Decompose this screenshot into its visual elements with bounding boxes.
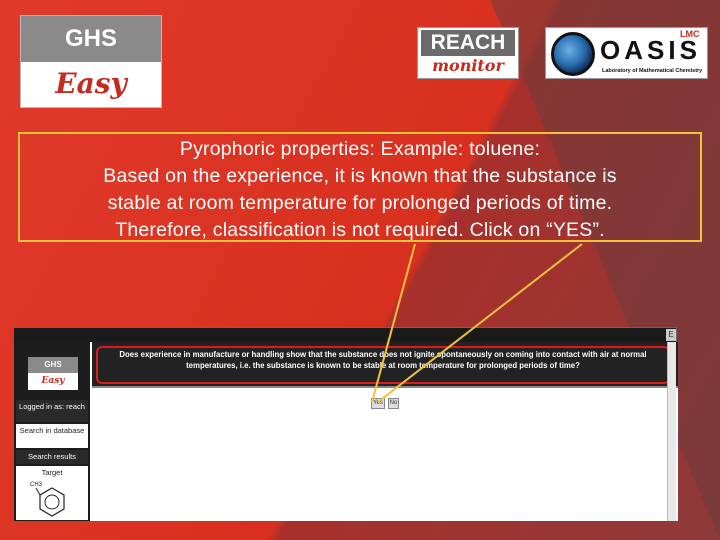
ghs-logo-top: GHS (21, 16, 161, 62)
app-top-bar: E (14, 328, 676, 342)
app-ghs-logo: GHS Easy (28, 357, 78, 390)
toluene-structure-icon: CH3 (30, 482, 65, 517)
embedded-app-screenshot: E GHS Easy Logged in as: reach Search in… (13, 327, 678, 521)
instruction-caption: Pyrophoric properties: Example: toluene:… (18, 132, 702, 242)
target-label: Target (41, 468, 63, 477)
app-sidebar: GHS Easy Logged in as: reach Search in d… (14, 342, 90, 521)
no-button[interactable]: No (388, 398, 399, 409)
search-database-button[interactable]: Search in database (16, 424, 88, 448)
question-bar: Does experience in manufacture or handli… (92, 342, 678, 388)
caption-line-2: Based on the experience, it is known tha… (103, 165, 617, 187)
caption-line-3: stable at room temperature for prolonged… (107, 192, 613, 214)
question-text: Does experience in manufacture or handli… (96, 346, 670, 384)
app-main-panel: Does experience in manufacture or handli… (90, 342, 678, 521)
ghs-easy-logo: GHS Easy (20, 15, 162, 108)
target-panel: Target CH3 (16, 466, 88, 520)
app-ghs-logo-bottom: Easy (41, 376, 65, 386)
oasis-logo: OASIS LMC Laboratory of Mathematical Che… (545, 27, 708, 79)
yes-button[interactable]: Yes (371, 398, 385, 409)
caption-line-1: Pyrophoric properties: Example: toluene: (179, 138, 541, 160)
app-scrollbar[interactable] (667, 342, 676, 521)
ghs-logo-bottom: Easy (55, 67, 127, 100)
corner-button[interactable]: E (666, 329, 676, 341)
globe-icon (551, 32, 595, 76)
oasis-logo-lmc: LMC (680, 29, 700, 39)
oasis-logo-word: OASIS (600, 35, 701, 65)
reach-logo-word: REACH (421, 30, 515, 56)
oasis-logo-sub: Laboratory of Mathematical Chemistry (602, 68, 703, 74)
app-ghs-logo-top: GHS (28, 357, 78, 373)
reach-monitor-logo: REACH monitor (417, 27, 519, 79)
reach-logo-sub: monitor (432, 56, 504, 75)
caption-line-4: Therefore, classification is not require… (115, 219, 605, 241)
search-results-button[interactable]: Search results (16, 450, 88, 464)
logged-in-status: Logged in as: reach (16, 400, 88, 422)
structure-label: CH3 (30, 482, 43, 488)
